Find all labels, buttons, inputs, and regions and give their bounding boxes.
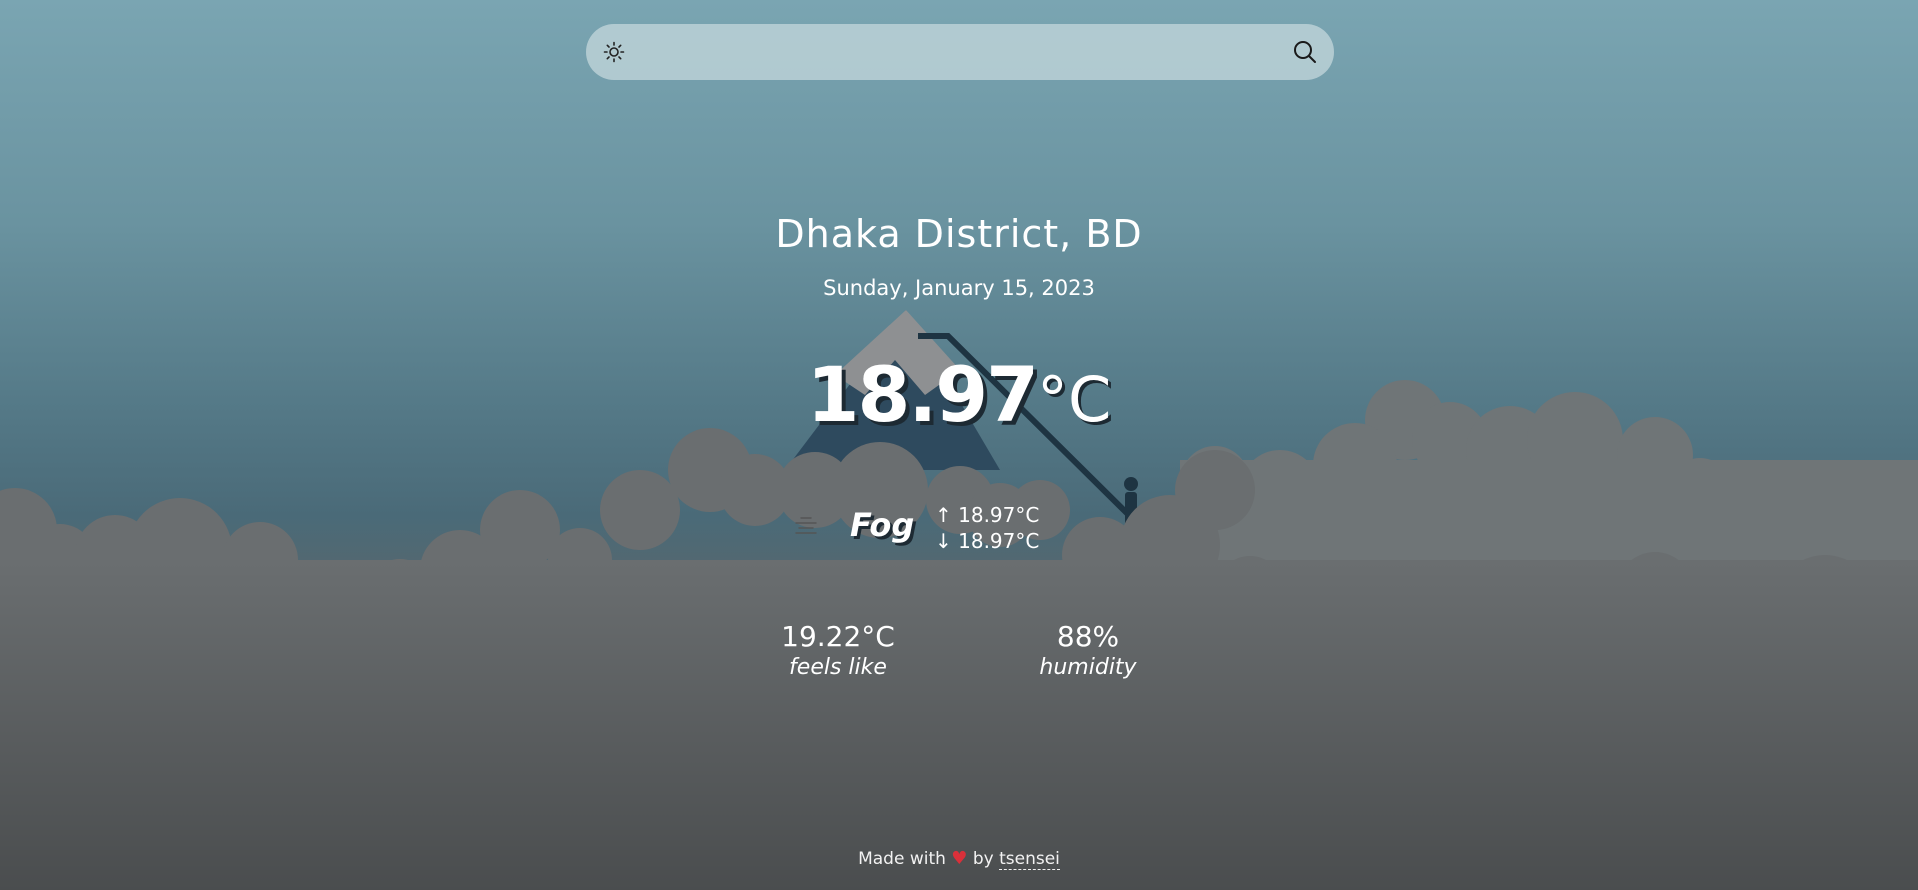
- condition-text: Fog: [850, 506, 915, 544]
- feels-like-label: feels like: [789, 655, 887, 680]
- background-illustration: [0, 310, 1918, 890]
- date-text: Sunday, January 15, 2023: [823, 276, 1095, 300]
- footer-by: by: [972, 849, 994, 869]
- search-input[interactable]: [642, 32, 1266, 74]
- temperature-unit: °C: [1037, 363, 1112, 436]
- fog-icon: [790, 514, 822, 538]
- feels-like-stat: 19.22°C feels like: [728, 620, 948, 680]
- condition-row: Fog ↑ 18.97°C ↓ 18.97°C: [780, 500, 1180, 560]
- sun-icon[interactable]: [602, 40, 626, 64]
- location-title: Dhaka District, BD: [775, 212, 1143, 256]
- humidity-value: 88%: [1056, 620, 1120, 653]
- search-icon[interactable]: [1292, 39, 1318, 65]
- current-temperature: 18.97°C: [0, 350, 1918, 439]
- author-link[interactable]: tsensei: [999, 849, 1060, 870]
- low-temperature: ↓ 18.97°C: [935, 529, 1040, 553]
- high-low: ↑ 18.97°C ↓ 18.97°C: [935, 502, 1039, 554]
- footer-made-with: Made with: [858, 849, 946, 869]
- humidity-label: humidity: [1039, 655, 1137, 680]
- feels-like-value: 19.22°C: [781, 620, 895, 653]
- high-temperature: ↑ 18.97°C: [935, 503, 1040, 527]
- temperature-value: 18.97: [806, 350, 1039, 439]
- search-bar: [586, 24, 1334, 80]
- footer: Made with ♥ by tsensei: [0, 848, 1918, 870]
- humidity-stat: 88% humidity: [978, 620, 1198, 680]
- heart-icon: ♥: [951, 848, 968, 869]
